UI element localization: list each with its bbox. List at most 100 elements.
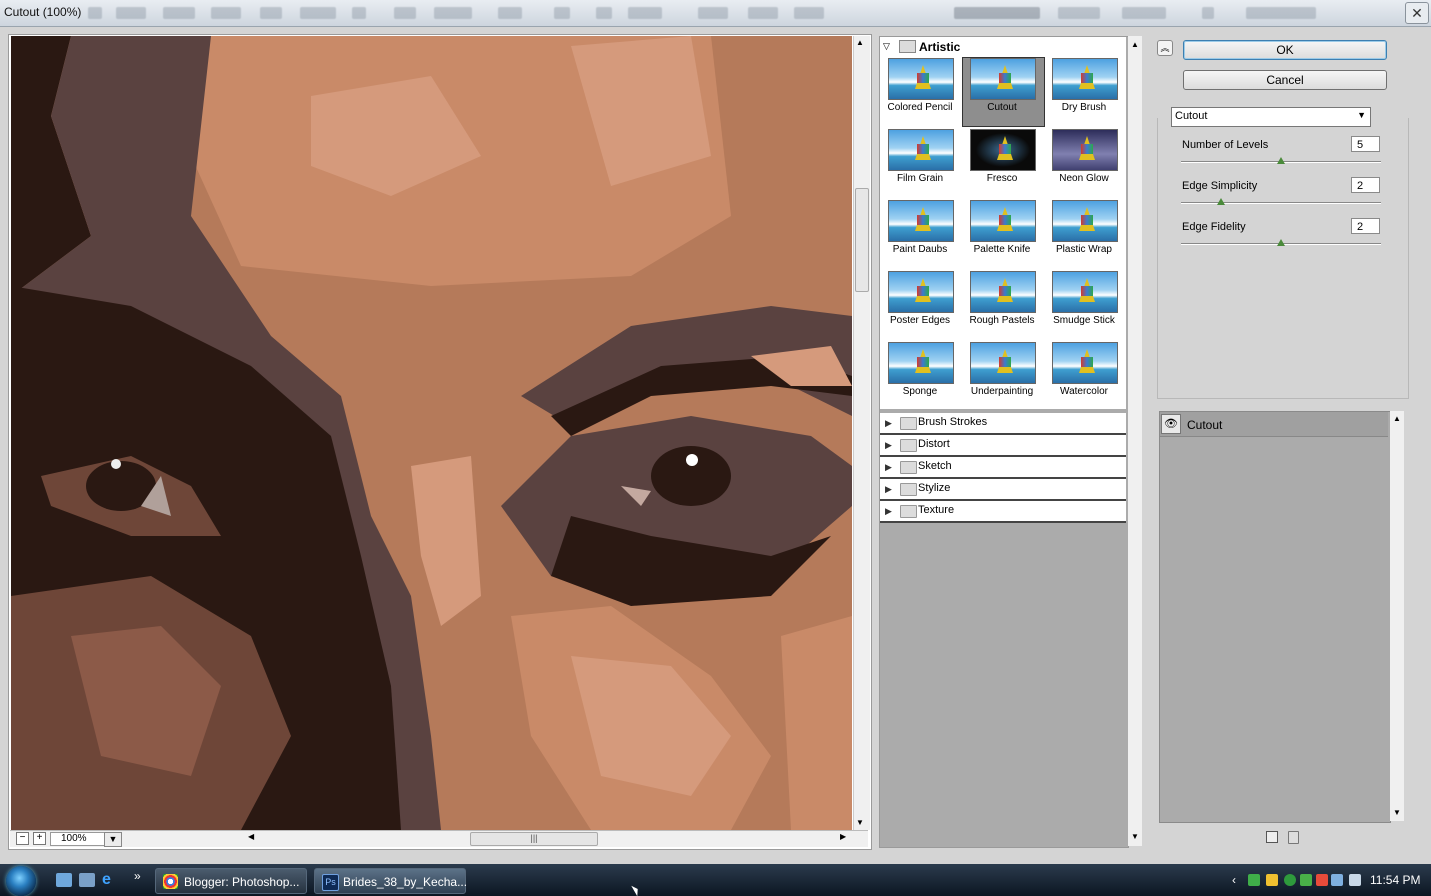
filter-label: Fresco	[986, 173, 1018, 184]
sail-stripes-icon	[999, 286, 1011, 296]
chrome-icon	[163, 874, 178, 889]
folder-icon	[900, 439, 917, 452]
zoom-out-button[interactable]: −	[16, 832, 29, 845]
category-label: Texture	[918, 504, 955, 516]
scroll-up-icon[interactable]: ▲	[1393, 414, 1401, 423]
preview-vertical-scroll-thumb[interactable]	[855, 188, 869, 292]
task-label: Brides_38_by_Kecha...	[343, 875, 468, 889]
tray-icon[interactable]	[1300, 874, 1312, 886]
scroll-down-icon[interactable]: ▼	[1393, 808, 1401, 817]
filter-thumbnail-dry-brush[interactable]	[1052, 58, 1118, 100]
filter-thumbnail-paint-daubs[interactable]	[888, 200, 954, 242]
zoom-dropdown-arrow-icon[interactable]: ▼	[104, 832, 122, 847]
trash-icon[interactable]	[1288, 831, 1299, 844]
effect-layer-label: Cutout	[1187, 418, 1223, 432]
param-label-edge-simplicity: Edge Simplicity	[1182, 180, 1258, 192]
preview-image[interactable]	[11, 36, 852, 830]
collapsed-triangle-icon: ▶	[885, 506, 892, 516]
filter-label: Paint Daubs	[892, 244, 948, 255]
preview-vertical-scrollbar[interactable]	[853, 36, 870, 830]
filter-select[interactable]: Cutout ▼	[1171, 107, 1371, 127]
scroll-down-icon[interactable]: ▼	[856, 818, 864, 827]
edge-fidelity-slider-knob[interactable]	[1277, 239, 1285, 246]
edge-simplicity-slider-knob[interactable]	[1217, 198, 1225, 205]
collapsed-triangle-icon: ▶	[885, 418, 892, 428]
show-desktop-icon[interactable]	[56, 873, 72, 887]
filter-thumbnail-neon-glow[interactable]	[1052, 129, 1118, 171]
start-button[interactable]	[6, 866, 36, 896]
scroll-down-icon[interactable]: ▼	[1131, 832, 1139, 841]
sail-stripes-icon	[917, 286, 929, 296]
filter-label: Sponge	[902, 386, 938, 397]
edge-simplicity-slider-track[interactable]	[1181, 202, 1381, 204]
filter-thumbnail-smudge-stick[interactable]	[1052, 271, 1118, 313]
zoom-in-button[interactable]: +	[33, 832, 46, 845]
filter-thumbnail-cutout[interactable]	[970, 58, 1036, 100]
filter-thumbnail-underpainting[interactable]	[970, 342, 1036, 384]
scroll-up-icon[interactable]: ▲	[856, 38, 864, 47]
filter-thumbnail-rough-pastels[interactable]	[970, 271, 1036, 313]
volume-icon[interactable]	[1349, 874, 1361, 886]
cancel-button[interactable]: Cancel	[1183, 70, 1387, 90]
tray-icon[interactable]	[1284, 874, 1296, 886]
category-label: Brush Strokes	[918, 416, 988, 428]
photoshop-icon: Ps	[322, 874, 339, 891]
sail-stripes-icon	[917, 73, 929, 83]
tray-expand-icon[interactable]: ‹	[1232, 873, 1236, 887]
category-brush-strokes[interactable]: ▶ Brush Strokes	[880, 413, 1126, 435]
edge-fidelity-input[interactable]: 2	[1351, 218, 1380, 234]
category-label-artistic[interactable]: Artistic	[919, 40, 960, 54]
sail-stripes-icon	[999, 215, 1011, 225]
new-effect-layer-icon[interactable]	[1266, 831, 1278, 843]
filter-thumbnail-watercolor[interactable]	[1052, 342, 1118, 384]
edge-simplicity-input[interactable]: 2	[1351, 177, 1380, 193]
filter-thumbnail-palette-knife[interactable]	[970, 200, 1036, 242]
filter-thumbnail-colored-pencil[interactable]	[888, 58, 954, 100]
ok-button[interactable]: OK	[1183, 40, 1387, 60]
filter-thumbnail-poster-edges[interactable]	[888, 271, 954, 313]
param-label-number-of-levels: Number of Levels	[1182, 139, 1269, 151]
preview-bottom-bar	[10, 830, 868, 847]
sail-stripes-icon	[1081, 215, 1093, 225]
number-of-levels-input[interactable]: 5	[1351, 136, 1380, 152]
folder-icon	[900, 483, 917, 496]
scroll-right-icon[interactable]: ▶	[840, 832, 846, 841]
filter-thumbnail-plastic-wrap[interactable]	[1052, 200, 1118, 242]
scroll-up-icon[interactable]: ▲	[1131, 40, 1139, 49]
sail-stripes-icon	[1081, 357, 1093, 367]
filter-label: Palette Knife	[973, 244, 1031, 255]
filter-label: Rough Pastels	[969, 315, 1035, 326]
category-distort[interactable]: ▶ Distort	[880, 435, 1126, 457]
close-icon[interactable]: ✕	[1405, 2, 1429, 24]
filter-label: Dry Brush	[1061, 102, 1107, 113]
expand-triangle-icon[interactable]: ▽	[883, 41, 890, 52]
filter-thumbnail-sponge[interactable]	[888, 342, 954, 384]
category-label: Distort	[918, 438, 950, 450]
tray-icon[interactable]	[1316, 874, 1328, 886]
internet-explorer-icon[interactable]: e	[102, 872, 118, 888]
category-stylize[interactable]: ▶ Stylize	[880, 479, 1126, 501]
preview-horizontal-scroll-thumb[interactable]: |||	[470, 832, 598, 846]
task-label: Blogger: Photoshop...	[184, 875, 300, 889]
folder-icon	[900, 461, 917, 474]
filter-label: Underpainting	[970, 386, 1034, 397]
quicklaunch-overflow-icon[interactable]: »	[134, 869, 141, 883]
switch-windows-icon[interactable]	[79, 873, 95, 887]
gallery-scrollbar[interactable]	[1128, 36, 1142, 846]
filter-thumbnail-fresco[interactable]	[970, 129, 1036, 171]
tray-icon[interactable]	[1266, 874, 1278, 886]
taskbar-item-blogger[interactable]: Blogger: Photoshop...	[155, 868, 307, 894]
filter-thumbnail-film-grain[interactable]	[888, 129, 954, 171]
taskbar-item-photoshop[interactable]: Ps Brides_38_by_Kecha...	[314, 868, 468, 894]
tray-icon[interactable]	[1248, 874, 1260, 886]
network-icon[interactable]	[1331, 874, 1343, 886]
eye-icon[interactable]: 👁	[1161, 414, 1181, 434]
scroll-left-icon[interactable]: ◀	[248, 832, 254, 841]
category-sketch[interactable]: ▶ Sketch	[880, 457, 1126, 479]
category-texture[interactable]: ▶ Texture	[880, 501, 1126, 523]
window-title: Cutout (100%)	[4, 5, 82, 19]
number-of-levels-slider-knob[interactable]	[1277, 157, 1285, 164]
layers-scrollbar[interactable]	[1390, 411, 1404, 821]
collapse-gallery-icon[interactable]: ︽	[1157, 40, 1173, 56]
filter-label: Plastic Wrap	[1056, 244, 1112, 255]
